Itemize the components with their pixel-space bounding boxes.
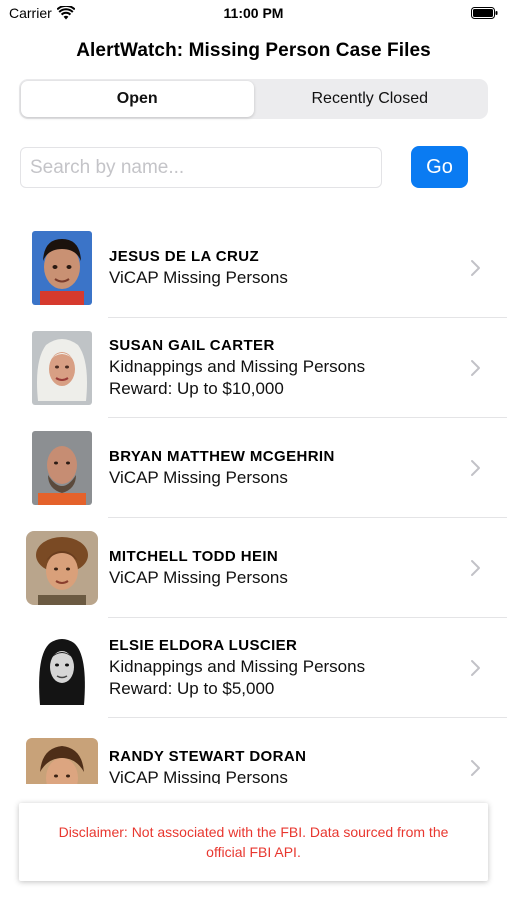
case-row-elsie-eldora-luscier[interactable]: ELSIE ELDORA LUSCIER Kidnappings and Mis… [0, 618, 507, 718]
case-row-jesus-de-la-cruz[interactable]: JESUS DE LA CRUZ ViCAP Missing Persons [0, 218, 507, 318]
case-status-segmented-control: Open Recently Closed [19, 79, 488, 119]
case-photo [26, 531, 98, 605]
disclaimer-text: Disclaimer: Not associated with the FBI.… [58, 824, 449, 860]
case-category: Kidnappings and Missing Persons [109, 657, 366, 676]
case-info: SUSAN GAIL CARTER Kidnappings and Missin… [109, 336, 467, 400]
page-title: AlertWatch: Missing Person Case Files [76, 40, 431, 61]
case-category: ViCAP Missing Persons [109, 468, 288, 487]
case-photo [26, 738, 98, 784]
case-name: SUSAN GAIL CARTER [109, 337, 275, 354]
woman-portrait-image [32, 331, 92, 405]
case-reward: Reward: Up to $10,000 [109, 379, 284, 398]
chevron-right-icon [471, 760, 480, 776]
case-name: RANDY STEWART DORAN [109, 748, 307, 765]
case-photo [32, 631, 92, 705]
disclaimer-banner: Disclaimer: Not associated with the FBI.… [19, 803, 488, 881]
case-info: BRYAN MATTHEW MCGEHRIN ViCAP Missing Per… [109, 447, 467, 489]
case-photo [32, 231, 92, 305]
case-reward: Reward: Up to $5,000 [109, 679, 275, 698]
status-time: 11:00 PM [223, 5, 284, 21]
search-input[interactable] [20, 147, 382, 188]
chevron-right-icon [471, 560, 480, 576]
chevron-right-icon [471, 260, 480, 276]
case-info: MITCHELL TODD HEIN ViCAP Missing Persons [109, 547, 467, 589]
case-photo [32, 331, 92, 405]
case-photo [32, 431, 92, 505]
case-category: ViCAP Missing Persons [109, 268, 288, 287]
case-info: ELSIE ELDORA LUSCIER Kidnappings and Mis… [109, 636, 467, 700]
case-name: JESUS DE LA CRUZ [109, 248, 260, 265]
child-portrait-image [32, 231, 92, 305]
go-button[interactable]: Go [411, 146, 468, 188]
tab-recently-closed[interactable]: Recently Closed [254, 81, 487, 117]
chevron-right-icon [471, 360, 480, 376]
woman-portrait-image [32, 631, 92, 705]
case-name: MITCHELL TODD HEIN [109, 548, 279, 565]
case-category: ViCAP Missing Persons [109, 568, 288, 587]
case-category: ViCAP Missing Persons [109, 768, 288, 784]
case-row-mitchell-todd-hein[interactable]: MITCHELL TODD HEIN ViCAP Missing Persons [0, 518, 507, 618]
battery-icon [471, 7, 498, 19]
case-row-susan-gail-carter[interactable]: SUSAN GAIL CARTER Kidnappings and Missin… [0, 318, 507, 418]
case-row-bryan-matthew-mcgehrin[interactable]: BRYAN MATTHEW MCGEHRIN ViCAP Missing Per… [0, 418, 507, 518]
case-list: JESUS DE LA CRUZ ViCAP Missing Persons S… [0, 218, 507, 784]
case-row-randy-stewart-doran[interactable]: RANDY STEWART DORAN ViCAP Missing Person… [0, 718, 507, 784]
man-portrait-image [26, 738, 98, 784]
young-man-portrait-image [26, 531, 98, 605]
chevron-right-icon [471, 660, 480, 676]
case-category: Kidnappings and Missing Persons [109, 357, 366, 376]
case-info: RANDY STEWART DORAN ViCAP Missing Person… [109, 747, 467, 784]
man-portrait-image [32, 431, 92, 505]
status-bar: Carrier 11:00 PM [0, 0, 507, 28]
chevron-right-icon [471, 460, 480, 476]
case-info: JESUS DE LA CRUZ ViCAP Missing Persons [109, 247, 467, 289]
case-name: ELSIE ELDORA LUSCIER [109, 637, 298, 654]
case-name: BRYAN MATTHEW MCGEHRIN [109, 448, 335, 465]
tab-open[interactable]: Open [21, 81, 254, 117]
